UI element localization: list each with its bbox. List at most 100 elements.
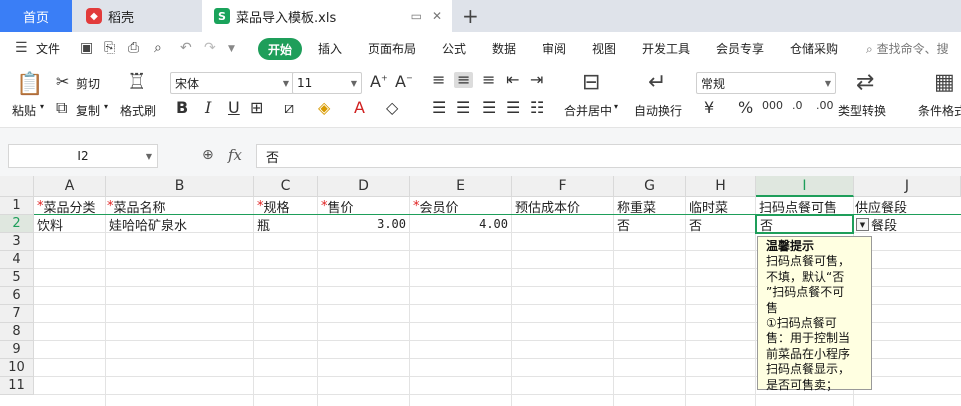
indent-decrease-icon[interactable]: ⇤ — [506, 72, 519, 88]
cell-g2[interactable]: 否 — [614, 215, 630, 234]
column-header-a[interactable]: A — [34, 176, 106, 197]
align-middle-icon[interactable]: ≡ — [454, 72, 474, 88]
percent-button[interactable]: % — [738, 100, 753, 116]
cell-b2[interactable]: 娃哈哈矿泉水 — [106, 215, 187, 234]
cell-h2[interactable]: 否 — [686, 215, 702, 234]
cell-a2[interactable]: 饮料 — [34, 215, 63, 234]
scissors-icon[interactable]: ✂ — [56, 74, 69, 90]
fx-icon[interactable]: fx — [228, 146, 242, 164]
decrease-decimal-icon[interactable]: .00 — [816, 100, 834, 111]
decrease-font-icon[interactable]: A− — [395, 74, 413, 90]
currency-button[interactable]: ¥ — [704, 100, 714, 116]
row-header-6[interactable]: 6 — [0, 287, 34, 305]
tab-warehouse[interactable]: 仓储采购 — [790, 40, 838, 57]
font-name-select[interactable]: 宋体 ▼ — [170, 72, 294, 94]
tab-review[interactable]: 审阅 — [542, 40, 566, 57]
indent-increase-icon[interactable]: ⇥ — [530, 72, 543, 88]
tab-page-layout[interactable]: 页面布局 — [368, 40, 416, 57]
row-header-2[interactable]: 2 — [0, 215, 34, 233]
cell-d1[interactable]: * 售价 — [318, 197, 354, 216]
formula-input[interactable]: 否 — [256, 144, 961, 168]
tab-member[interactable]: 会员专享 — [716, 40, 764, 57]
column-header-e[interactable]: E — [410, 176, 512, 197]
increase-font-icon[interactable]: A+ — [370, 74, 388, 90]
type-convert-button[interactable]: 类型转换 — [838, 102, 886, 119]
paste-button[interactable]: 粘贴 — [12, 102, 36, 119]
cell-e1[interactable]: * 会员价 — [410, 197, 459, 216]
tab-view[interactable]: 视图 — [592, 40, 616, 57]
tab-daoke[interactable]: ◆ 稻壳 — [74, 0, 198, 32]
row-header-4[interactable]: 4 — [0, 251, 34, 269]
cell-a1[interactable]: * 菜品分类 — [34, 197, 96, 216]
column-header-b[interactable]: B — [106, 176, 254, 197]
cell-f1[interactable]: 预估成本价 — [512, 197, 580, 216]
copy-icon[interactable]: ⧉ — [56, 100, 67, 116]
fill-pattern-icon[interactable]: ⧄ — [284, 100, 294, 116]
row-header-8[interactable]: 8 — [0, 323, 34, 341]
command-search[interactable]: ⌕ 查找命令、搜 — [866, 40, 949, 57]
fill-color-icon[interactable]: ◈ — [318, 100, 330, 116]
conditional-format-icon[interactable]: ▦ — [934, 72, 955, 94]
row-header-9[interactable]: 9 — [0, 341, 34, 359]
tab-insert[interactable]: 插入 — [318, 40, 342, 57]
cell-g1[interactable]: 称重菜 — [614, 197, 656, 216]
align-top-icon[interactable]: ≡ — [432, 72, 445, 88]
wrap-text-button[interactable]: 自动换行 — [634, 102, 682, 119]
row-header-11[interactable]: 11 — [0, 377, 34, 395]
more-chevron-icon[interactable]: ▼ — [228, 44, 235, 54]
align-right-icon[interactable]: ☰ — [482, 100, 496, 116]
select-all-corner[interactable] — [0, 176, 34, 197]
tab-data[interactable]: 数据 — [492, 40, 516, 57]
wrap-text-icon[interactable]: ↵ — [648, 72, 666, 94]
redo-icon[interactable]: ↷ — [204, 40, 216, 56]
font-size-select[interactable]: 11 ▼ — [292, 72, 362, 94]
increase-decimal-icon[interactable]: .0 — [792, 100, 803, 111]
column-header-g[interactable]: G — [614, 176, 686, 197]
copy-button[interactable]: 复制 — [76, 102, 100, 119]
merge-center-button[interactable]: 合并居中 — [564, 102, 612, 119]
cell-i2[interactable]: 否 — [757, 215, 773, 234]
border-icon[interactable]: ⊞ — [250, 100, 263, 116]
column-header-h[interactable]: H — [686, 176, 756, 197]
row-header-10[interactable]: 10 — [0, 359, 34, 377]
undo-icon[interactable]: ↶ — [180, 40, 192, 56]
format-painter-icon[interactable]: ♖ — [127, 72, 147, 94]
hamburger-icon[interactable]: ☰ — [15, 40, 28, 56]
new-tab-button[interactable]: + — [462, 4, 479, 28]
column-header-c[interactable]: C — [254, 176, 318, 197]
menu-file[interactable]: 文件 — [36, 40, 60, 57]
align-center-icon[interactable]: ☰ — [456, 100, 470, 116]
type-convert-icon[interactable]: ⇄ — [856, 72, 874, 94]
tab-formulas[interactable]: 公式 — [442, 40, 466, 57]
bold-button[interactable]: B — [176, 100, 188, 116]
number-format-select[interactable]: 常规 ▼ — [696, 72, 836, 94]
restore-tab-icon[interactable]: ▭ — [411, 9, 422, 23]
zoom-icon[interactable]: ⊕ — [202, 147, 214, 163]
tab-start[interactable]: 开始 — [258, 38, 302, 60]
cut-button[interactable]: 剪切 — [76, 75, 100, 92]
row-header-3[interactable]: 3 — [0, 233, 34, 251]
underline-button[interactable]: U — [228, 100, 240, 116]
row-header-7[interactable]: 7 — [0, 305, 34, 323]
align-left-icon[interactable]: ☰ — [432, 100, 446, 116]
italic-button[interactable]: I — [205, 100, 211, 116]
merge-dropdown-icon[interactable]: ▾ — [614, 102, 618, 111]
print-preview-icon[interactable]: ⌕ — [154, 40, 162, 56]
align-bottom-icon[interactable]: ≡ — [482, 72, 495, 88]
tab-home[interactable]: 首页 — [0, 0, 72, 32]
row-header-5[interactable]: 5 — [0, 269, 34, 287]
paste-icon[interactable]: 📋 — [16, 74, 43, 96]
row-header-1[interactable]: 1 — [0, 197, 34, 215]
cell-j2[interactable]: 餐段 — [868, 215, 897, 234]
tab-document[interactable]: S 菜品导入模板.xls ▭ ✕ — [202, 0, 452, 32]
column-header-f[interactable]: F — [512, 176, 614, 197]
save-icon[interactable]: ▣ — [80, 40, 93, 56]
thousands-separator-icon[interactable]: 000 — [762, 100, 783, 111]
cell-c1[interactable]: * 规格 — [254, 197, 290, 216]
name-box[interactable]: I2 ▼ — [8, 144, 158, 168]
merge-center-icon[interactable]: ⊟ — [582, 72, 600, 94]
cell-j1[interactable]: 供应餐段 — [852, 197, 907, 216]
export-icon[interactable]: ⎘ — [104, 40, 115, 56]
justify-icon[interactable]: ☰ — [506, 100, 520, 116]
column-header-d[interactable]: D — [318, 176, 410, 197]
